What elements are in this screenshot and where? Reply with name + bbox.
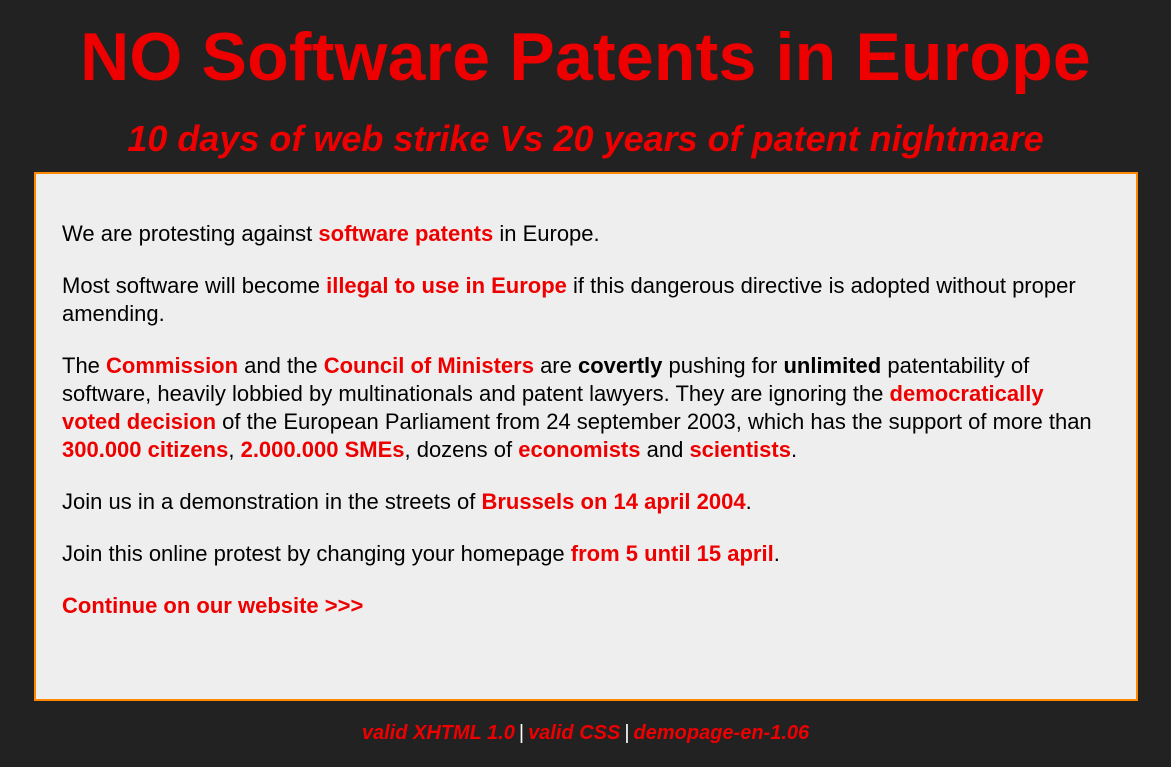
economists-link[interactable]: economists [518, 437, 640, 462]
paragraph-demonstration: Join us in a demonstration in the street… [62, 488, 1102, 516]
text: and the [238, 353, 324, 378]
covertly-emphasis: covertly [577, 353, 663, 378]
continue-website-link[interactable]: Continue on our website >>> [62, 593, 363, 618]
paragraph-online-protest: Join this online protest by changing you… [62, 540, 1102, 568]
page: NO Software Patents in Europe 10 days of… [0, 0, 1171, 767]
text: of the European Parliament from 24 septe… [216, 409, 1092, 434]
text: . [790, 437, 798, 462]
valid-css-link[interactable]: valid CSS [528, 722, 620, 744]
footer: valid XHTML 1.0 | valid CSS | demopage-en-1.… [0, 720, 1171, 746]
page-subtitle: 10 days of web strike Vs 20 years of pat… [127, 118, 1044, 159]
citizens-link[interactable]: 300.000 citizens [62, 437, 228, 462]
protest-message-box: We are protesting against software paten… [34, 172, 1138, 701]
paragraph-illegal: Most software will become illegal to use… [62, 272, 1102, 328]
council-link[interactable]: Council of Ministers [324, 353, 534, 378]
demopage-version-link[interactable]: demopage-en-1.06 [634, 722, 810, 744]
text: We are protesting against [62, 221, 319, 246]
footer-separator: | [624, 722, 630, 744]
protest-dates-link[interactable]: from 5 until 15 april [571, 541, 774, 566]
illegal-to-use-link[interactable]: illegal to use in Europe [326, 273, 567, 298]
text: and [640, 437, 690, 462]
unlimited-emphasis: unlimited [783, 353, 882, 378]
text: . [773, 541, 780, 566]
text: Most software will become [62, 273, 327, 298]
text: are [533, 353, 578, 378]
footer-separator: | [518, 722, 525, 744]
text: Join this online protest by changing you… [62, 541, 571, 566]
valid-xhtml-link[interactable]: valid XHTML 1.0 [362, 722, 515, 744]
software-patents-link[interactable]: software patents [318, 221, 493, 246]
text: in Europe. [493, 221, 600, 246]
text: pushing for [662, 353, 784, 378]
text: , [228, 437, 241, 462]
text: , dozens of [404, 437, 519, 462]
text: The [62, 353, 107, 378]
brussels-demo-link[interactable]: Brussels on 14 april 2004 [481, 489, 745, 514]
paragraph-commission: The Commission and the Council of Minist… [62, 352, 1102, 464]
message-content: We are protesting against software paten… [62, 220, 1102, 644]
paragraph-protest: We are protesting against software paten… [62, 220, 1102, 248]
text: Join us in a demonstration in the street… [62, 489, 482, 514]
scientists-link[interactable]: scientists [689, 437, 791, 462]
text: . [745, 489, 752, 514]
commission-link[interactable]: Commission [106, 353, 238, 378]
page-title: NO Software Patents in Europe [80, 19, 1091, 95]
smes-link[interactable]: 2.000.000 SMEs [241, 437, 405, 462]
paragraph-continue: Continue on our website >>> [62, 592, 1102, 620]
